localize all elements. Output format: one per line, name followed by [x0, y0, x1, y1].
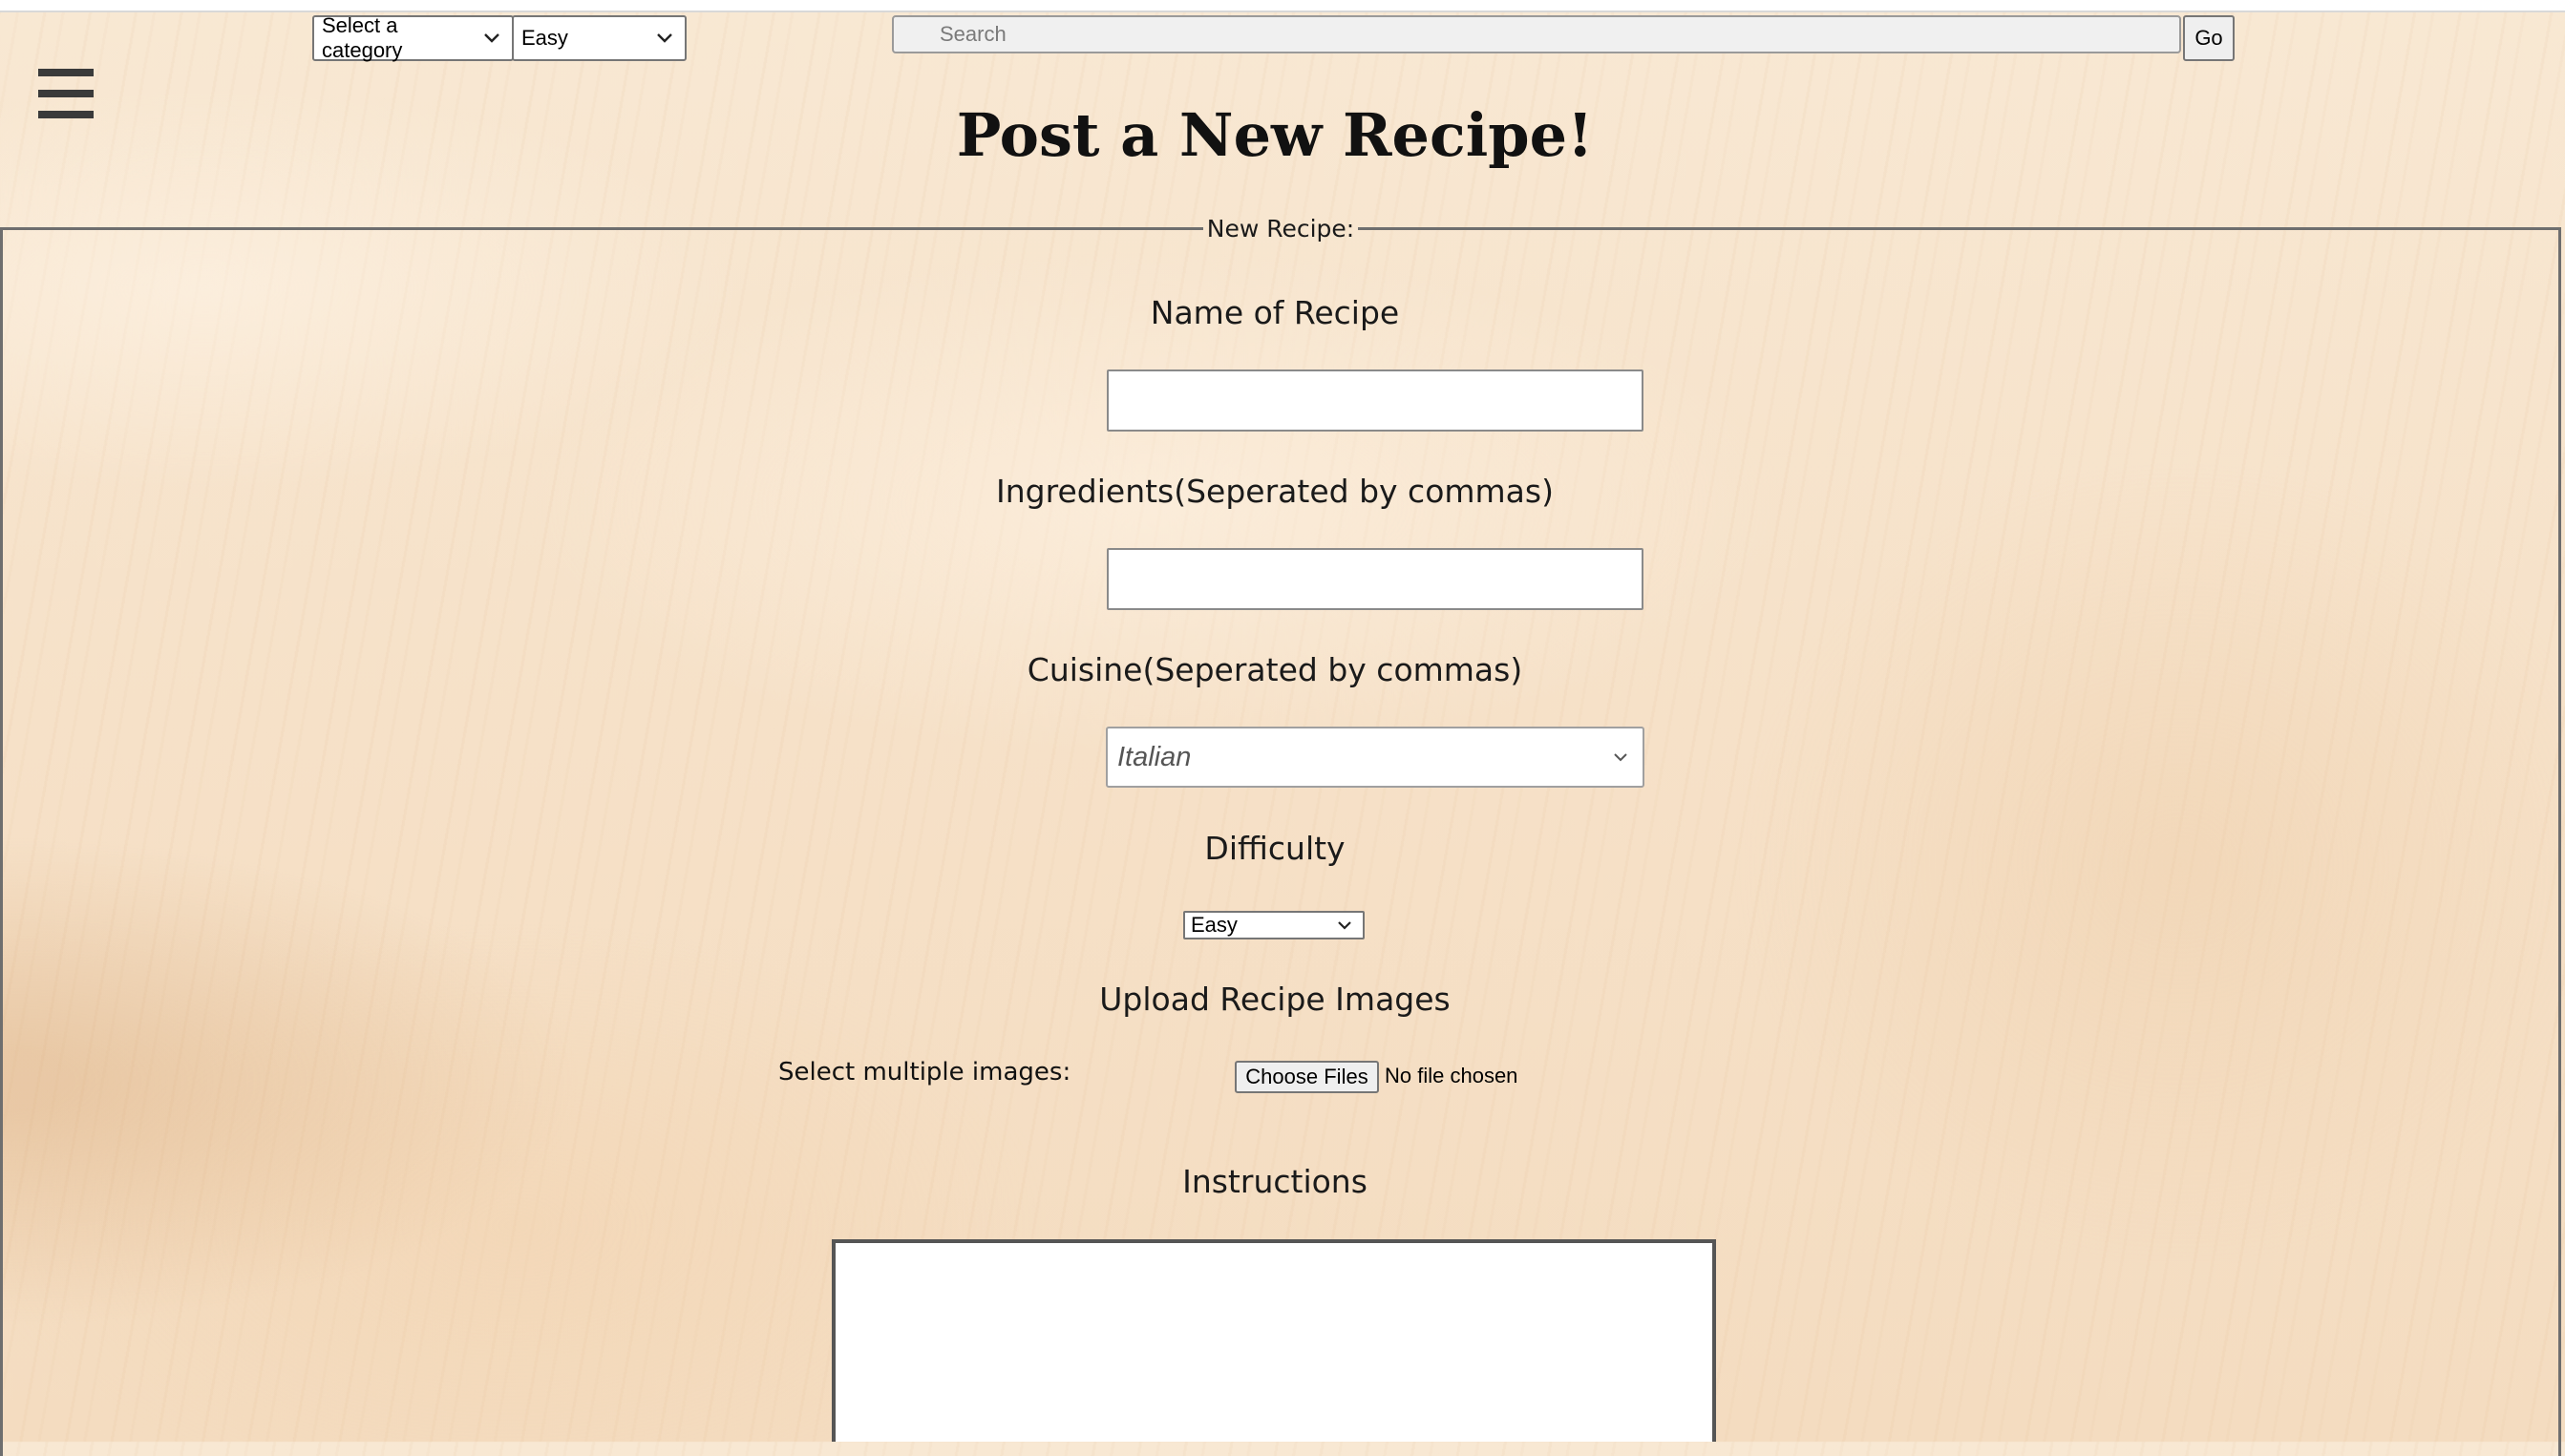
select-multiple-images-label: Select multiple images:: [778, 1058, 1071, 1087]
recipe-name-label: Name of Recipe: [1150, 294, 1400, 331]
difficulty-select-value: Easy: [1191, 913, 1238, 937]
category-select[interactable]: Select a category: [312, 13, 514, 62]
upload-images-label: Upload Recipe Images: [1099, 981, 1451, 1018]
search-input[interactable]: [892, 15, 2181, 53]
difficulty-select[interactable]: Easy: [1183, 911, 1365, 939]
menu-bar-line: [38, 90, 94, 97]
menu-bar-line: [38, 69, 94, 76]
recipe-name-input[interactable]: [1107, 369, 1643, 432]
category-select-value: Select a category: [322, 13, 403, 62]
fieldset-legend: New Recipe:: [1206, 215, 1355, 243]
page-title: Post a New Recipe!: [956, 100, 1594, 170]
cuisine-select[interactable]: Italian: [1106, 727, 1644, 788]
difficulty-filter-select[interactable]: Easy: [512, 15, 687, 61]
chevron-down-icon: [1332, 913, 1357, 938]
instructions-label: Instructions: [1182, 1163, 1367, 1200]
instructions-textarea[interactable]: [832, 1239, 1716, 1442]
choose-files-button[interactable]: Choose Files: [1235, 1061, 1379, 1093]
top-edge: [0, 0, 2565, 12]
chevron-down-icon: [480, 26, 504, 51]
cuisine-select-value: Italian: [1117, 741, 1192, 772]
chevron-down-icon: [1608, 745, 1633, 770]
difficulty-label: Difficulty: [1204, 830, 1346, 867]
difficulty-filter-value: Easy: [521, 26, 568, 50]
file-status-text: No file chosen: [1385, 1064, 1518, 1087]
cuisine-label: Cuisine(Seperated by commas): [1027, 651, 1523, 688]
chevron-down-icon: [652, 26, 677, 51]
ingredients-label: Ingredients(Seperated by commas): [996, 473, 1554, 510]
go-button[interactable]: Go: [2183, 15, 2235, 61]
ingredients-input[interactable]: [1107, 548, 1643, 610]
